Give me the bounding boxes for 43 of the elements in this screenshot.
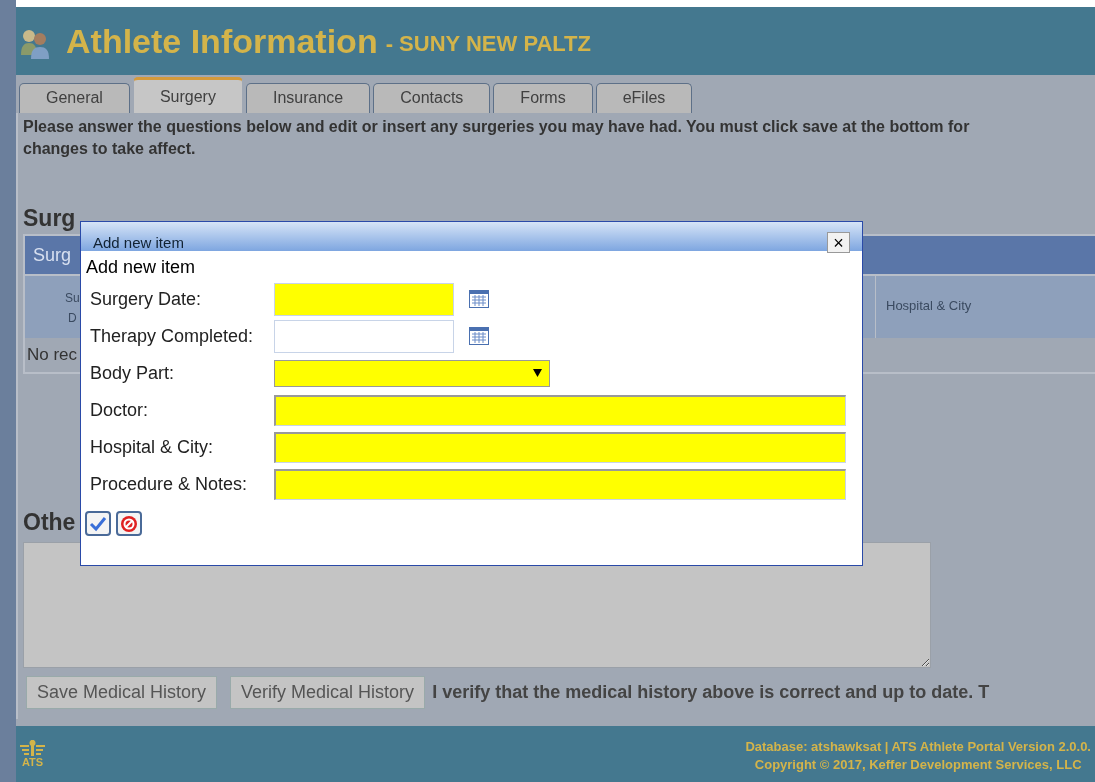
text-field[interactable] xyxy=(274,468,846,500)
caduceus-icon xyxy=(20,740,45,757)
section-heading: Othe xyxy=(23,509,76,536)
field-label: Body Part: xyxy=(90,362,176,384)
section-heading: Surg xyxy=(23,205,76,232)
medical-history-button[interactable]: Verify Medical History xyxy=(230,676,426,709)
column-header: Hospital & City xyxy=(875,276,1095,338)
tab[interactable]: Contacts xyxy=(373,83,491,113)
verify-text: I verify that the medical history above is correct and up to date. T xyxy=(432,682,990,703)
people-icon xyxy=(20,27,50,59)
text-field[interactable] xyxy=(274,431,846,463)
page-title: Athlete Information xyxy=(66,21,378,61)
date-field[interactable] xyxy=(274,282,454,316)
calendar-icon xyxy=(469,290,489,308)
page-subtitle: - SUNY NEW PALTZ xyxy=(385,31,591,57)
column-header: Su D xyxy=(65,290,80,327)
text-field[interactable] xyxy=(274,394,846,426)
instructions-text: Please answer the questions below and edit or insert any surgeries you may have had. You must click save at the bottom for changes to take affect. xyxy=(23,117,971,159)
logo-text: ATS xyxy=(21,757,44,768)
footer-text: Database: atshawksat | ATS Athlete Portal Version 2.0.0. xyxy=(745,737,1091,756)
date-field[interactable] xyxy=(274,319,454,353)
field-label: Therapy Completed: xyxy=(90,325,255,347)
close-button[interactable]: × xyxy=(827,232,850,253)
field-label: Doctor: xyxy=(90,399,150,421)
field-label: Surgery Date: xyxy=(90,288,203,310)
field-label: Procedure & Notes: xyxy=(90,473,249,495)
tab[interactable]: eFiles xyxy=(595,83,693,113)
checkmark-icon xyxy=(89,515,107,532)
confirm-button[interactable] xyxy=(85,511,111,536)
field-label: Hospital & City: xyxy=(90,436,215,458)
tab[interactable]: Surgery xyxy=(132,77,243,113)
tab[interactable]: Insurance xyxy=(245,83,371,113)
calendar-icon xyxy=(469,327,489,345)
medical-history-button[interactable]: Save Medical History xyxy=(26,676,218,709)
caret-icon xyxy=(533,369,542,377)
cancel-button[interactable] xyxy=(116,511,142,536)
dropdown-field[interactable] xyxy=(274,359,550,387)
cancel-icon xyxy=(120,514,138,533)
copyright-text: Copyright © 2017, Keffer Development Services, LLC xyxy=(753,755,1083,774)
empty-grid-text: No rec xyxy=(27,345,78,365)
tab[interactable]: General xyxy=(19,83,130,113)
tab[interactable]: Forms xyxy=(493,83,593,113)
dialog-title: Add new item xyxy=(93,234,184,251)
